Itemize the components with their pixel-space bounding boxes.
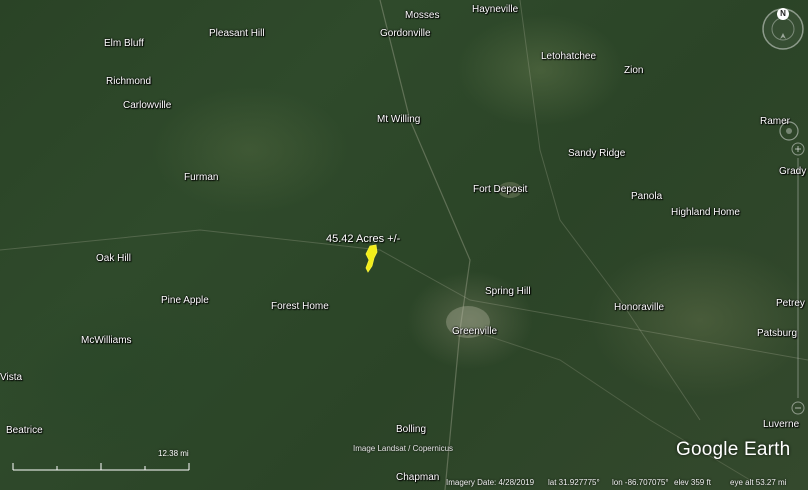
place-label: Highland Home [671,207,740,218]
scale-label: 12.38 mi [158,449,189,458]
place-label: Elm Bluff [104,38,144,49]
elevation-readout: elev 359 ft [674,478,711,487]
place-label: Gordonville [380,28,431,39]
place-label: Vista [0,372,23,383]
latitude-readout: lat 31.927775° [548,478,600,487]
place-label: Pine Apple [161,295,209,306]
place-label: Luverne [763,419,800,430]
google-earth-logo: Google Earth [676,439,791,460]
place-label: Sandy Ridge [568,148,626,159]
place-label: Letohatchee [541,51,597,62]
place-label: Zion [624,65,644,76]
look-joystick[interactable] [778,120,800,142]
zoom-track-icon[interactable] [789,140,807,420]
place-label: Pleasant Hill [209,28,265,39]
imagery-credit: Image Landsat / Copernicus [353,444,454,453]
place-label: Fort Deposit [473,184,528,195]
place-label: Bolling [396,424,427,435]
place-label: Panola [631,191,663,202]
place-label: Furman [184,172,219,183]
place-label: Honoraville [614,302,665,313]
imagery-date: Imagery Date: 4/28/2019 [446,478,535,487]
eye-altitude-readout: eye alt 53.27 mi [730,478,787,487]
parcel-label: 45.42 Acres +/- [326,233,401,245]
place-label: Mt Willing [377,114,421,125]
compass-north-label: N [777,8,789,20]
place-label: Hayneville [472,4,519,15]
place-label: McWilliams [81,335,132,346]
road-line [379,0,471,490]
map-viewport[interactable]: Hayneville Mosses Elm Bluff Pleasant Hil… [0,0,808,490]
place-label: Carlowville [123,100,172,111]
place-label: Beatrice [6,425,43,436]
zoom-slider[interactable] [789,140,807,420]
satellite-imagery [0,0,808,490]
place-label: Mosses [405,10,440,21]
scale-bar [12,463,190,471]
place-label: Spring Hill [485,286,531,297]
place-label: Richmond [106,76,152,87]
place-label: Forest Home [271,301,329,312]
compass-control[interactable]: N [760,6,806,52]
place-label: Oak Hill [96,253,132,264]
place-label: Greenville [452,326,498,337]
joystick-icon[interactable] [778,120,800,142]
longitude-readout: lon -86.707075° [612,478,669,487]
